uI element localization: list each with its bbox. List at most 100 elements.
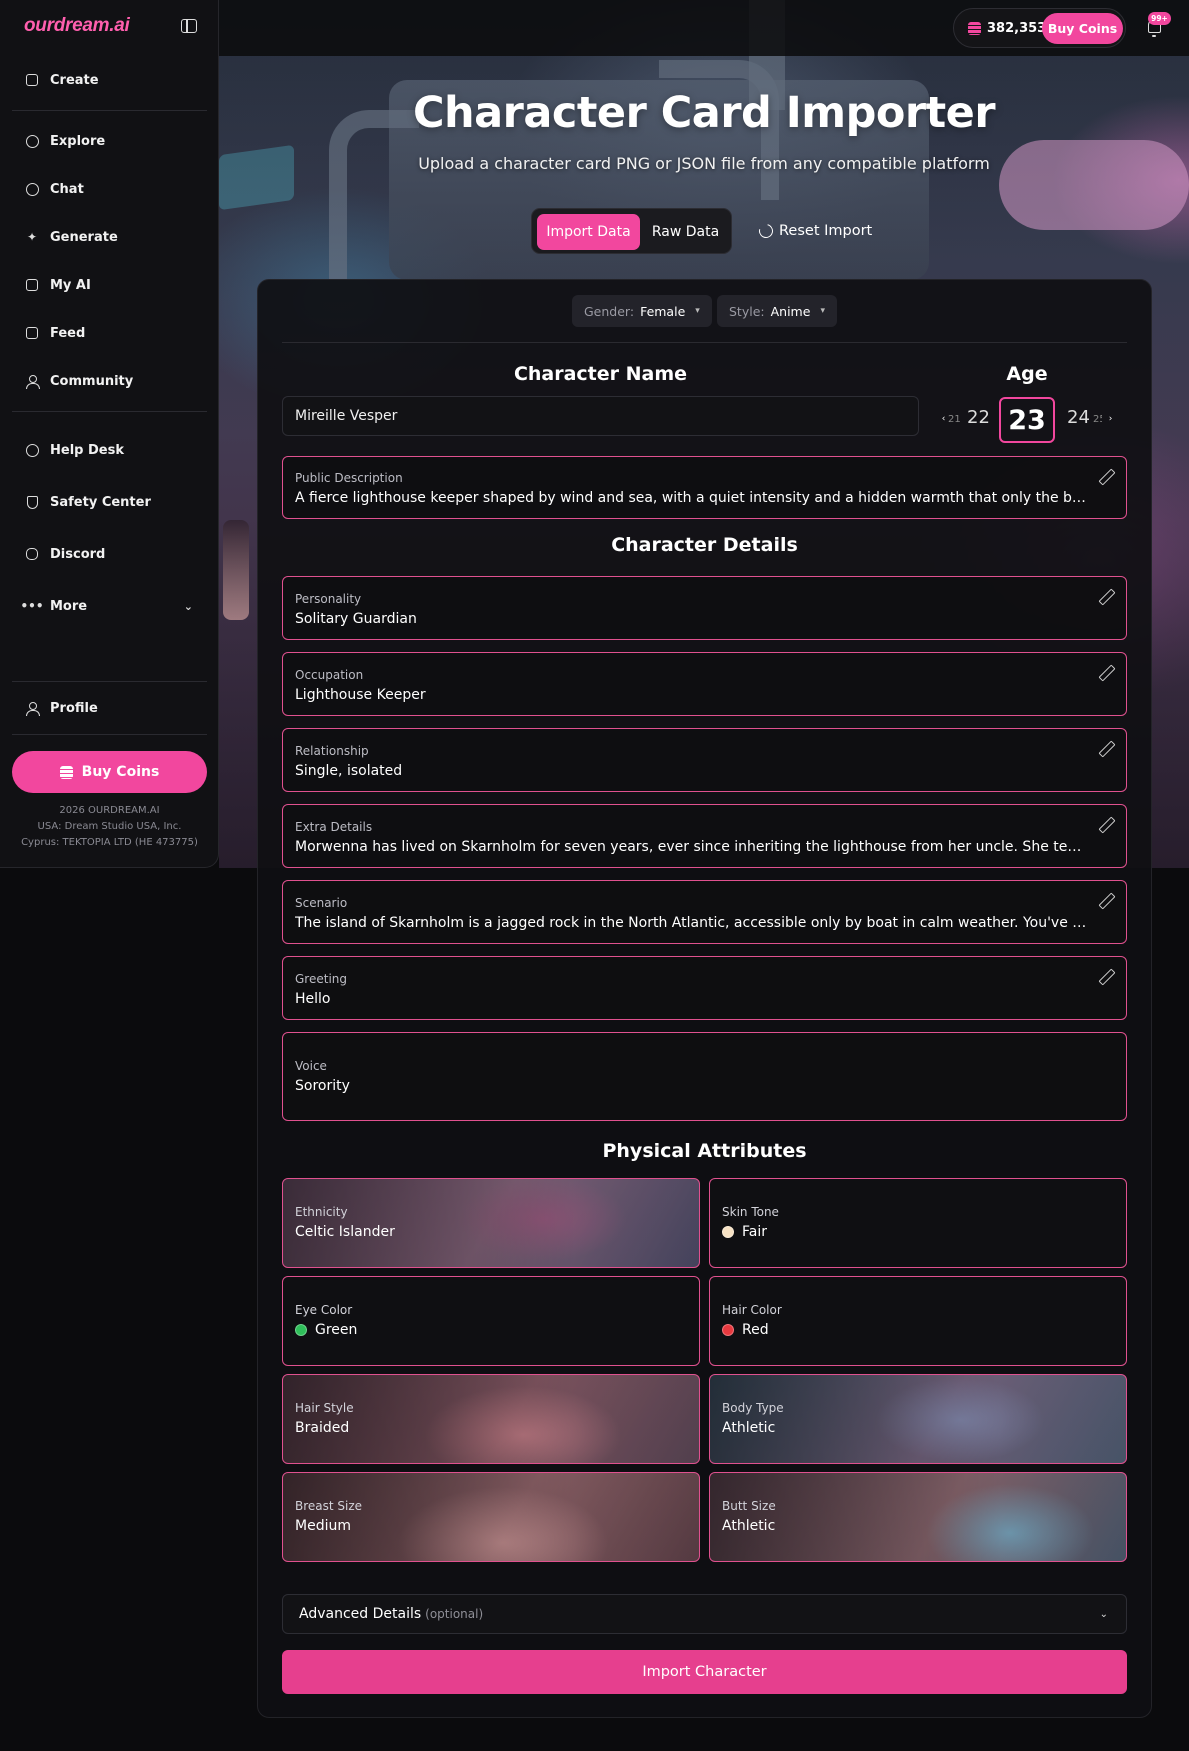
field-label: Public Description	[295, 471, 403, 485]
attribute-value: Green	[295, 1322, 357, 1338]
shield-icon	[25, 495, 39, 509]
sidebar-item-label: Feed	[50, 325, 86, 341]
age-option[interactable]: 25	[1093, 414, 1102, 425]
attribute-value: Athletic	[722, 1420, 776, 1436]
skin-tone-swatch	[722, 1226, 734, 1238]
sidebar-divider	[12, 110, 207, 111]
ellipsis-icon: •••	[20, 599, 44, 613]
pencil-icon[interactable]	[1098, 969, 1113, 984]
attribute-card-skin-tone[interactable]: Skin Tone Fair	[709, 1178, 1127, 1268]
tab-import-data[interactable]: Import Data	[537, 214, 640, 250]
field-label: Scenario	[295, 896, 348, 910]
pencil-icon[interactable]	[1098, 741, 1113, 756]
scenario-field[interactable]: Scenario The island of Skarnholm is a ja…	[282, 880, 1127, 944]
sidebar-buy-coins-button[interactable]: Buy Coins	[12, 751, 207, 793]
sidebar-item-more[interactable]: ••• More ⌄	[12, 588, 207, 624]
attribute-card-breast-size[interactable]: Breast Size Medium	[282, 1472, 700, 1562]
sidebar-item-label: Community	[50, 373, 134, 389]
relationship-field[interactable]: Relationship Single, isolated	[282, 728, 1127, 792]
sidebar-item-label: Help Desk	[50, 442, 124, 458]
voice-field[interactable]: Voice Sorority	[282, 1032, 1127, 1121]
sidebar-item-label: Generate	[50, 229, 118, 245]
attribute-label: Skin Tone	[722, 1205, 779, 1219]
extra-details-field[interactable]: Extra Details Morwenna has lived on Skar…	[282, 804, 1127, 868]
attribute-card-butt-size[interactable]: Butt Size Athletic	[709, 1472, 1127, 1562]
attribute-label: Hair Style	[295, 1401, 354, 1415]
sidebar-item-help-desk[interactable]: Help Desk	[12, 432, 207, 468]
sidebar-item-label: My AI	[50, 277, 91, 293]
advanced-details-label: Advanced Details	[299, 1606, 422, 1622]
occupation-field[interactable]: Occupation Lighthouse Keeper	[282, 652, 1127, 716]
advanced-details-toggle[interactable]: Advanced Details (optional) ⌄	[282, 1594, 1127, 1634]
style-select-label: Style:	[729, 303, 765, 319]
hair-color-swatch	[722, 1324, 734, 1336]
card-divider	[282, 342, 1127, 343]
age-next-arrow-icon[interactable]: ›	[1104, 412, 1117, 425]
age-option[interactable]: 22	[967, 407, 990, 428]
attribute-label: Eye Color	[295, 1303, 353, 1317]
character-name-input[interactable]: Mireille Vesper	[282, 396, 919, 436]
page-title: Character Card Importer	[412, 88, 996, 138]
age-option[interactable]: 24	[1067, 407, 1090, 428]
character-details-heading: Character Details	[611, 534, 798, 556]
attribute-card-ethnicity[interactable]: Ethnicity Celtic Islander	[282, 1178, 700, 1268]
sidebar-item-my-ai[interactable]: My AI	[12, 267, 207, 303]
sidebar-item-explore[interactable]: Explore	[12, 123, 207, 159]
character-name-heading: Character Name	[513, 363, 688, 385]
gender-select[interactable]: Gender: Female ▾	[572, 295, 712, 327]
sidebar-item-label: Create	[50, 72, 99, 88]
sidebar-item-chat[interactable]: Chat	[12, 171, 207, 207]
attribute-card-hair-style[interactable]: Hair Style Braided	[282, 1374, 700, 1464]
field-label: Greeting	[295, 972, 347, 986]
style-select-value: Anime	[770, 303, 811, 319]
tab-raw-data[interactable]: Raw Data	[642, 214, 729, 250]
footer-copyright: 2026 OURDREAM.AI	[59, 805, 160, 816]
age-option[interactable]: 21	[948, 414, 961, 425]
reset-import-label: Reset Import	[779, 223, 873, 239]
compass-icon	[25, 134, 39, 148]
gender-select-label: Gender:	[584, 303, 635, 319]
discord-icon	[25, 547, 39, 561]
personality-field[interactable]: Personality Solitary Guardian	[282, 576, 1127, 640]
attribute-card-eye-color[interactable]: Eye Color Green	[282, 1276, 700, 1366]
sidebar-item-discord[interactable]: Discord	[12, 536, 207, 572]
coins-icon	[968, 22, 981, 35]
greeting-field[interactable]: Greeting Hello	[282, 956, 1127, 1020]
sidebar-item-feed[interactable]: Feed	[12, 315, 207, 351]
field-label: Voice	[295, 1059, 327, 1073]
sidebar-item-profile[interactable]: Profile	[12, 690, 207, 726]
field-value: Hello	[295, 991, 331, 1007]
sidebar-item-community[interactable]: Community	[12, 363, 207, 399]
field-value: A fierce lighthouse keeper shaped by win…	[295, 490, 1090, 506]
sidebar-item-generate[interactable]: ✦ Generate	[12, 219, 207, 255]
style-select[interactable]: Style: Anime ▾	[717, 295, 837, 327]
reset-import-button[interactable]: Reset Import	[756, 218, 873, 244]
brand-logo[interactable]: ourdream.ai	[24, 15, 130, 37]
attribute-label: Breast Size	[295, 1499, 363, 1513]
pencil-icon[interactable]	[1098, 469, 1113, 484]
coin-balance: 382,353 Buy Coins	[953, 8, 1126, 48]
field-label: Personality	[295, 592, 362, 606]
public-description-field[interactable]: Public Description A fierce lighthouse k…	[282, 456, 1127, 519]
play-square-icon	[25, 326, 39, 340]
import-mode-tabs: Import Data Raw Data	[531, 208, 732, 254]
sidebar-item-safety-center[interactable]: Safety Center	[12, 484, 207, 520]
import-character-button[interactable]: Import Character	[282, 1650, 1127, 1694]
attribute-card-body-type[interactable]: Body Type Athletic	[709, 1374, 1127, 1464]
topbar-buy-coins-button[interactable]: Buy Coins	[1042, 13, 1123, 44]
pencil-icon[interactable]	[1098, 665, 1113, 680]
pencil-icon[interactable]	[1098, 817, 1113, 832]
attribute-value: Fair	[722, 1224, 767, 1240]
field-value: Sorority	[295, 1078, 350, 1094]
sidebar-item-create[interactable]: Create	[12, 62, 207, 98]
attribute-value: Athletic	[722, 1518, 776, 1534]
reset-icon	[756, 221, 776, 241]
pencil-icon[interactable]	[1098, 589, 1113, 604]
field-value: Solitary Guardian	[295, 611, 417, 627]
sidebar-divider	[12, 734, 207, 735]
attribute-card-hair-color[interactable]: Hair Color Red	[709, 1276, 1127, 1366]
sidebar-collapse-icon[interactable]	[181, 19, 197, 33]
gender-select-value: Female	[640, 303, 686, 319]
age-selected[interactable]: 23	[999, 397, 1055, 443]
pencil-icon[interactable]	[1098, 893, 1113, 908]
